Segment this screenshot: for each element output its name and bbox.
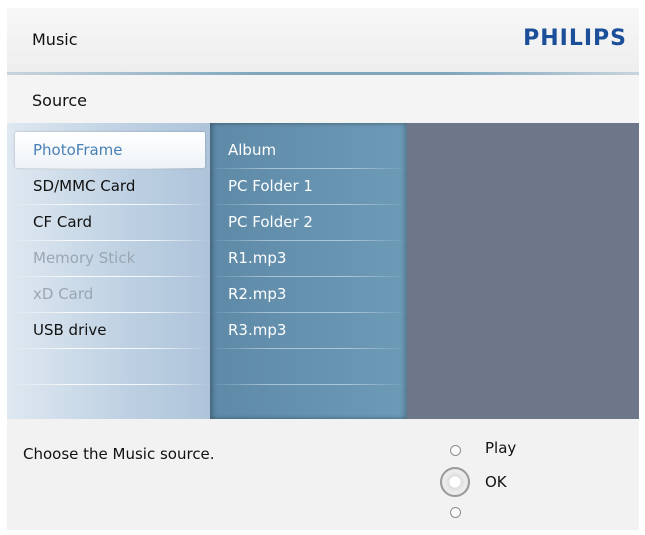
nav-up-icon[interactable]: [450, 445, 461, 456]
content-item[interactable]: R3.mp3: [210, 312, 407, 348]
subheader: Source: [7, 75, 639, 123]
row-separator: [210, 384, 407, 385]
footer: Choose the Music source. Play OK: [7, 419, 639, 530]
content-item[interactable]: R2.mp3: [210, 276, 407, 312]
source-item[interactable]: SD/MMC Card: [7, 168, 210, 204]
ok-label: OK: [485, 473, 507, 491]
source-item[interactable]: CF Card: [7, 204, 210, 240]
row-separator: [210, 348, 407, 349]
nav-down-icon[interactable]: [450, 507, 461, 518]
content-list: Album PC Folder 1 PC Folder 2 R1.mp3 R2.mp3 R…: [210, 123, 407, 421]
source-item: xD Card: [33, 285, 94, 303]
row-separator: [7, 384, 210, 385]
content-item[interactable]: Album: [210, 132, 407, 168]
content-item[interactable]: R1.mp3: [210, 240, 407, 276]
source-item: Memory Stick: [33, 249, 136, 267]
content-item[interactable]: PC Folder 1: [210, 168, 407, 204]
source-item[interactable]: PhotoFrame: [15, 132, 205, 168]
play-label: Play: [485, 439, 517, 457]
section-title: Source: [32, 91, 87, 110]
browser-panel: PhotoFrame SD/MMC Card CF Card Memory Stick…: [7, 123, 639, 421]
header: Music PHILIPS: [7, 8, 639, 72]
content-item[interactable]: PC Folder 2: [210, 204, 407, 240]
preview-area: [407, 123, 639, 419]
brand-logo: PHILIPS: [523, 26, 627, 51]
page-title: Music: [32, 30, 78, 49]
source-list: PhotoFrame SD/MMC Card CF Card Memory Stick…: [7, 123, 210, 421]
row-separator: [7, 348, 210, 349]
photoframe-screen: Music PHILIPS Source PhotoFrame SD/MMC Ca…: [7, 8, 639, 530]
ok-button[interactable]: [440, 467, 470, 497]
source-item[interactable]: USB drive: [7, 312, 210, 348]
hint-text: Choose the Music source.: [23, 445, 215, 463]
